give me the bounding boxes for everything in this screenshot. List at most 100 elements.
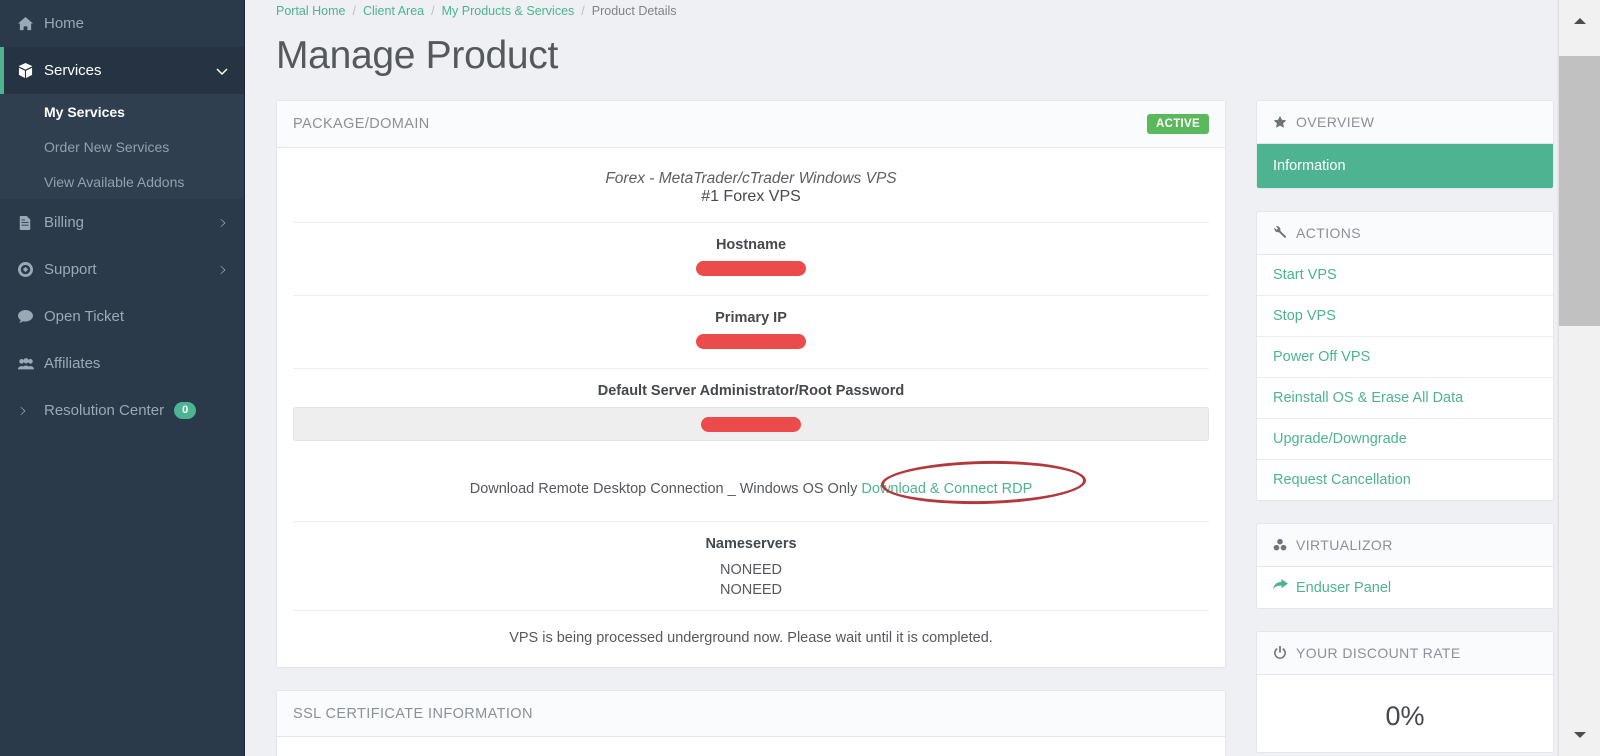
- sidebar-item-affiliates[interactable]: Affiliates: [0, 340, 244, 387]
- virtualizor-panel: VIRTUALIZOR Enduser Panel: [1256, 523, 1554, 609]
- comment-icon: [18, 309, 44, 324]
- sidebar-subitem-label: My Services: [44, 103, 125, 120]
- primary-ip-row: Primary IP: [293, 295, 1209, 368]
- chevron-right-icon: [218, 265, 244, 275]
- breadcrumb-link-portal-home[interactable]: Portal Home: [276, 4, 345, 18]
- sidebar-item-billing[interactable]: Billing: [0, 199, 244, 246]
- sidebar-item-label: Affiliates: [44, 355, 101, 372]
- sidebar-subitem-my-services[interactable]: My Services: [0, 94, 244, 129]
- home-icon: [18, 16, 44, 31]
- virtualizor-item-label: Enduser Panel: [1296, 579, 1392, 596]
- main-content: Portal Home / Client Area / My Products …: [245, 0, 1600, 756]
- discount-panel-title: YOUR DISCOUNT RATE: [1296, 645, 1461, 661]
- primary-ip-value-redacted: [696, 334, 806, 349]
- overview-panel-header: OVERVIEW: [1257, 101, 1553, 144]
- scrollbar-down-arrow[interactable]: [1559, 714, 1600, 756]
- sidebar-subitem-label: View Available Addons: [44, 173, 185, 190]
- virtualizor-enduser-panel[interactable]: Enduser Panel: [1257, 567, 1553, 608]
- root-password-row: Default Server Administrator/Root Passwo…: [293, 368, 1209, 455]
- sidebar-subitem-label: Order New Services: [44, 138, 170, 155]
- action-label: Power Off VPS: [1273, 349, 1371, 365]
- secondary-column: OVERVIEW Information ACTIONS Start VPS S…: [1256, 100, 1554, 756]
- discount-panel-header: YOUR DISCOUNT RATE: [1257, 632, 1553, 675]
- sidebar-item-label: Billing: [44, 214, 85, 231]
- package-panel-title: PACKAGE/DOMAIN: [293, 116, 430, 132]
- actions-panel-title: ACTIONS: [1296, 225, 1362, 241]
- virtualizor-panel-title: VIRTUALIZOR: [1296, 537, 1393, 553]
- action-label: Upgrade/Downgrade: [1273, 431, 1407, 447]
- breadcrumb-link-client-area[interactable]: Client Area: [363, 4, 424, 18]
- product-plan: #1 Forex VPS: [701, 188, 801, 205]
- main-sidebar: Home Services My Services Order New Serv…: [0, 0, 245, 756]
- overview-item-information[interactable]: Information: [1257, 144, 1553, 188]
- sidebar-item-resolution-center[interactable]: Resolution Center 0: [0, 387, 244, 434]
- nameservers-row: Nameservers NONEED NONEED: [293, 521, 1209, 610]
- file-icon: [18, 215, 44, 230]
- hostname-value-redacted: [696, 261, 806, 276]
- rdp-description: Download Remote Desktop Connection _ Win…: [469, 481, 858, 497]
- scrollbar-up-arrow[interactable]: [1559, 0, 1600, 42]
- ssl-panel-title: SSL CERTIFICATE INFORMATION: [293, 705, 533, 722]
- action-label: Start VPS: [1273, 267, 1337, 283]
- action-request-cancellation[interactable]: Request Cancellation: [1257, 460, 1553, 500]
- virtualizor-panel-header: VIRTUALIZOR: [1257, 524, 1553, 567]
- sidebar-item-home[interactable]: Home: [0, 0, 244, 47]
- box-icon: [18, 63, 44, 78]
- breadcrumb-link-my-products-services[interactable]: My Products & Services: [442, 4, 575, 18]
- sidebar-item-open-ticket[interactable]: Open Ticket: [0, 293, 244, 340]
- ssl-certificate-panel: SSL CERTIFICATE INFORMATION SSL Status N…: [276, 690, 1226, 756]
- cubes-icon: [1273, 538, 1287, 552]
- star-icon: [1273, 115, 1287, 129]
- resolution-center-badge: 0: [174, 402, 197, 419]
- sidebar-item-label: Open Ticket: [44, 308, 125, 325]
- discount-rate-value: 0%: [1385, 701, 1425, 731]
- breadcrumb-separator: /: [581, 4, 585, 18]
- breadcrumb-separator: /: [431, 4, 435, 18]
- sidebar-item-label: Support: [44, 261, 97, 278]
- hostname-row: Hostname: [293, 222, 1209, 295]
- page-title: Manage Product: [276, 34, 558, 77]
- users-icon: [18, 357, 44, 371]
- download-connect-rdp-link[interactable]: Download & Connect RDP: [861, 481, 1032, 497]
- arrow-right-icon: [1273, 579, 1288, 596]
- action-stop-vps[interactable]: Stop VPS: [1257, 296, 1553, 337]
- sidebar-item-label: Home: [44, 15, 85, 32]
- root-password-value-redacted: [701, 416, 801, 432]
- breadcrumb-separator: /: [352, 4, 356, 18]
- action-reinstall-os[interactable]: Reinstall OS & Erase All Data: [1257, 378, 1553, 419]
- sidebar-subitem-view-available-addons[interactable]: View Available Addons: [0, 164, 244, 199]
- wrench-icon: [1273, 226, 1287, 240]
- primary-ip-label: Primary IP: [715, 310, 787, 326]
- action-label: Request Cancellation: [1273, 472, 1411, 488]
- sidebar-subitem-order-new-services[interactable]: Order New Services: [0, 129, 244, 164]
- package-panel-header: PACKAGE/DOMAIN ACTIVE: [277, 101, 1225, 148]
- action-upgrade-downgrade[interactable]: Upgrade/Downgrade: [1257, 419, 1553, 460]
- sidebar-item-label: Services: [44, 62, 102, 79]
- sidebar-item-support[interactable]: Support: [0, 246, 244, 293]
- sidebar-item-services[interactable]: Services: [0, 47, 244, 94]
- action-power-off-vps[interactable]: Power Off VPS: [1257, 337, 1553, 378]
- package-domain-panel: PACKAGE/DOMAIN ACTIVE Forex - MetaTrader…: [276, 100, 1226, 668]
- chevron-right-icon: [18, 406, 44, 416]
- sidebar-item-label: Resolution Center: [44, 402, 165, 419]
- action-label: Reinstall OS & Erase All Data: [1273, 390, 1464, 406]
- action-start-vps[interactable]: Start VPS: [1257, 255, 1553, 296]
- browser-scrollbar[interactable]: [1558, 0, 1600, 756]
- scrollbar-thumb[interactable]: [1559, 56, 1600, 326]
- processing-note: VPS is being processed underground now. …: [293, 610, 1209, 667]
- ssl-panel-header: SSL CERTIFICATE INFORMATION: [277, 691, 1225, 737]
- chevron-right-icon: [218, 218, 244, 228]
- actions-panel: ACTIONS Start VPS Stop VPS Power Off VPS…: [1256, 211, 1554, 501]
- discount-rate-panel: YOUR DISCOUNT RATE 0%: [1256, 631, 1554, 753]
- status-badge: ACTIVE: [1147, 114, 1209, 134]
- app-root: Home Services My Services Order New Serv…: [0, 0, 1600, 756]
- nameserver-2: NONEED: [719, 582, 783, 598]
- services-submenu: My Services Order New Services View Avai…: [0, 94, 244, 199]
- content-columns: PACKAGE/DOMAIN ACTIVE Forex - MetaTrader…: [260, 100, 1600, 756]
- power-icon: [1273, 646, 1287, 660]
- nameservers-label: Nameservers: [705, 536, 797, 552]
- package-panel-body: Forex - MetaTrader/cTrader Windows VPS #…: [277, 148, 1225, 667]
- breadcrumb: Portal Home / Client Area / My Products …: [260, 0, 1600, 22]
- chevron-down-icon: [216, 65, 244, 77]
- root-password-field[interactable]: [293, 407, 1209, 441]
